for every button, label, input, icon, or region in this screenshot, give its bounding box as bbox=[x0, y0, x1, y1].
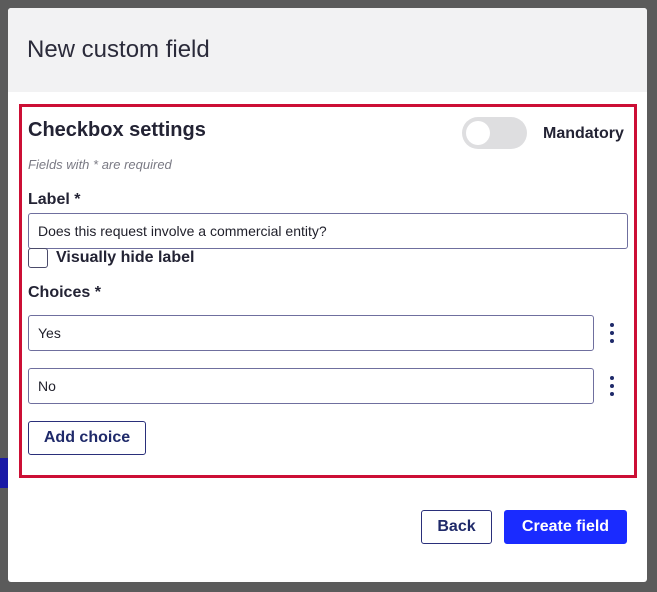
dialog-header: New custom field bbox=[8, 8, 647, 92]
back-button[interactable]: Back bbox=[421, 510, 492, 544]
mandatory-toggle[interactable] bbox=[462, 117, 527, 149]
visually-hide-label-text: Visually hide label bbox=[56, 249, 195, 266]
panel-title: Checkbox settings bbox=[28, 119, 206, 141]
visually-hide-label-option[interactable]: Visually hide label bbox=[28, 248, 194, 268]
checkbox-settings-panel: Checkbox settings Mandatory Fields with … bbox=[19, 104, 637, 478]
mandatory-label: Mandatory bbox=[543, 125, 624, 142]
visually-hide-label-checkbox[interactable] bbox=[28, 248, 48, 268]
choice-input-no[interactable]: No bbox=[28, 368, 594, 404]
toggle-knob bbox=[466, 121, 490, 145]
backdrop-page-fragment bbox=[0, 458, 8, 488]
choice-menu-icon[interactable] bbox=[605, 321, 619, 345]
choice-value: No bbox=[38, 378, 56, 394]
label-input[interactable]: Does this request involve a commercial e… bbox=[28, 213, 628, 249]
label-field-label: Label * bbox=[28, 191, 81, 208]
new-custom-field-dialog: New custom field Checkbox settings Manda… bbox=[8, 8, 647, 582]
label-input-value: Does this request involve a commercial e… bbox=[38, 223, 327, 239]
create-field-button[interactable]: Create field bbox=[504, 510, 627, 544]
add-choice-button[interactable]: Add choice bbox=[28, 421, 146, 455]
choices-label: Choices * bbox=[28, 284, 101, 301]
choice-input-yes[interactable]: Yes bbox=[28, 315, 594, 351]
dialog-title: New custom field bbox=[27, 36, 210, 63]
choice-value: Yes bbox=[38, 325, 61, 341]
choice-menu-icon[interactable] bbox=[605, 374, 619, 398]
required-fields-note: Fields with * are required bbox=[28, 157, 172, 172]
